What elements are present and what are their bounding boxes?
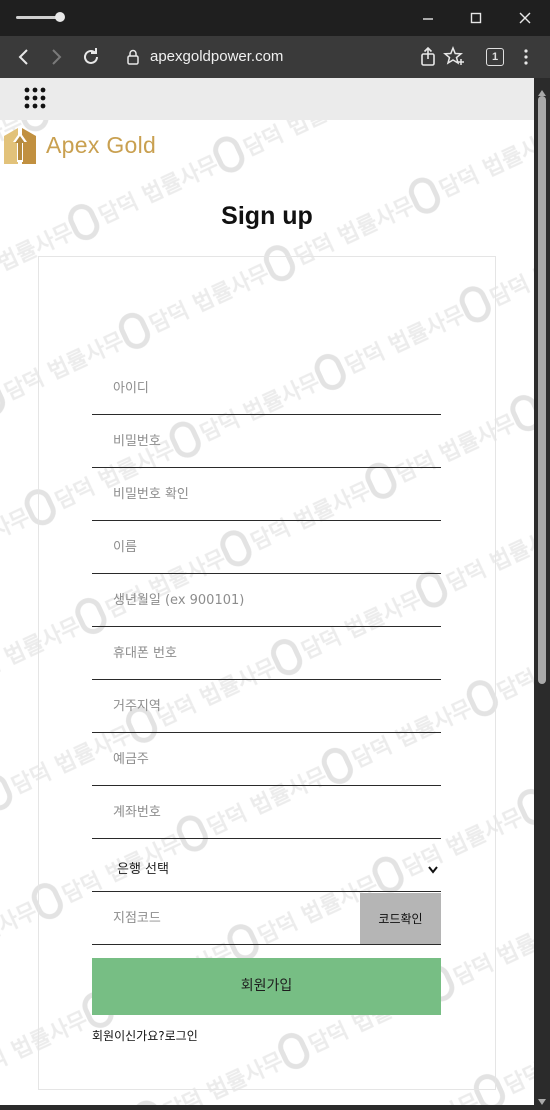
phone-field[interactable] bbox=[92, 628, 441, 680]
account-holder-field[interactable] bbox=[92, 734, 441, 786]
grid-menu-icon[interactable] bbox=[24, 87, 46, 113]
bookmark-star-icon[interactable] bbox=[442, 45, 466, 69]
bank-select[interactable]: 은행 선택 bbox=[92, 840, 441, 892]
back-arrow-icon[interactable] bbox=[12, 45, 36, 69]
address-bar-url[interactable]: apexgoldpower.com bbox=[150, 48, 283, 66]
logo-text[interactable]: Apex Gold bbox=[46, 132, 156, 159]
forward-arrow-icon[interactable] bbox=[44, 45, 68, 69]
window-title-bar bbox=[0, 0, 550, 36]
minimize-icon[interactable] bbox=[415, 6, 441, 30]
more-menu-icon[interactable] bbox=[514, 45, 538, 69]
reload-icon[interactable] bbox=[79, 45, 103, 69]
password-input[interactable] bbox=[92, 416, 441, 467]
login-link[interactable]: 회원이신가요?로그인 bbox=[92, 1027, 198, 1044]
apex-gold-logo-icon[interactable] bbox=[4, 124, 40, 168]
code-check-button[interactable]: 코드확인 bbox=[360, 893, 441, 945]
browser-toolbar: apexgoldpower.com 1 bbox=[0, 36, 550, 78]
scroll-down-arrow-icon[interactable] bbox=[537, 1091, 547, 1110]
bank-select-value: 은행 선택 bbox=[117, 862, 169, 877]
page-scrollbar-thumb[interactable] bbox=[538, 96, 546, 684]
name-input[interactable] bbox=[92, 522, 441, 573]
account-number-input[interactable] bbox=[92, 787, 441, 838]
branch-code-input[interactable] bbox=[92, 893, 360, 944]
branch-code-field[interactable] bbox=[92, 893, 360, 945]
region-field[interactable] bbox=[92, 681, 441, 733]
birthdate-field[interactable] bbox=[92, 575, 441, 627]
maximize-icon[interactable] bbox=[463, 6, 489, 30]
page-title: Sign up bbox=[221, 202, 313, 230]
tab-slider-handle[interactable] bbox=[55, 12, 65, 22]
share-icon[interactable] bbox=[416, 45, 440, 69]
username-input[interactable] bbox=[92, 363, 441, 414]
password-confirm-field[interactable] bbox=[92, 469, 441, 521]
birthdate-input[interactable] bbox=[92, 575, 441, 626]
close-icon[interactable] bbox=[512, 6, 538, 30]
phone-input[interactable] bbox=[92, 628, 441, 679]
tab-count-button[interactable]: 1 bbox=[486, 48, 504, 66]
account-holder-input[interactable] bbox=[92, 734, 441, 785]
password-confirm-input[interactable] bbox=[92, 469, 441, 520]
tab-strip-slider[interactable] bbox=[16, 16, 60, 19]
name-field[interactable] bbox=[92, 522, 441, 574]
region-input[interactable] bbox=[92, 681, 441, 732]
page-header-bar bbox=[0, 78, 534, 120]
lock-icon[interactable] bbox=[126, 48, 140, 70]
username-field[interactable] bbox=[92, 363, 441, 415]
signup-submit-button[interactable]: 회원가입 bbox=[92, 958, 441, 1015]
password-field[interactable] bbox=[92, 416, 441, 468]
chevron-down-icon bbox=[427, 860, 439, 879]
page-viewport: 담덕 법률사무소 Apex Gold Sign up bbox=[0, 78, 534, 1105]
account-number-field[interactable] bbox=[92, 787, 441, 839]
